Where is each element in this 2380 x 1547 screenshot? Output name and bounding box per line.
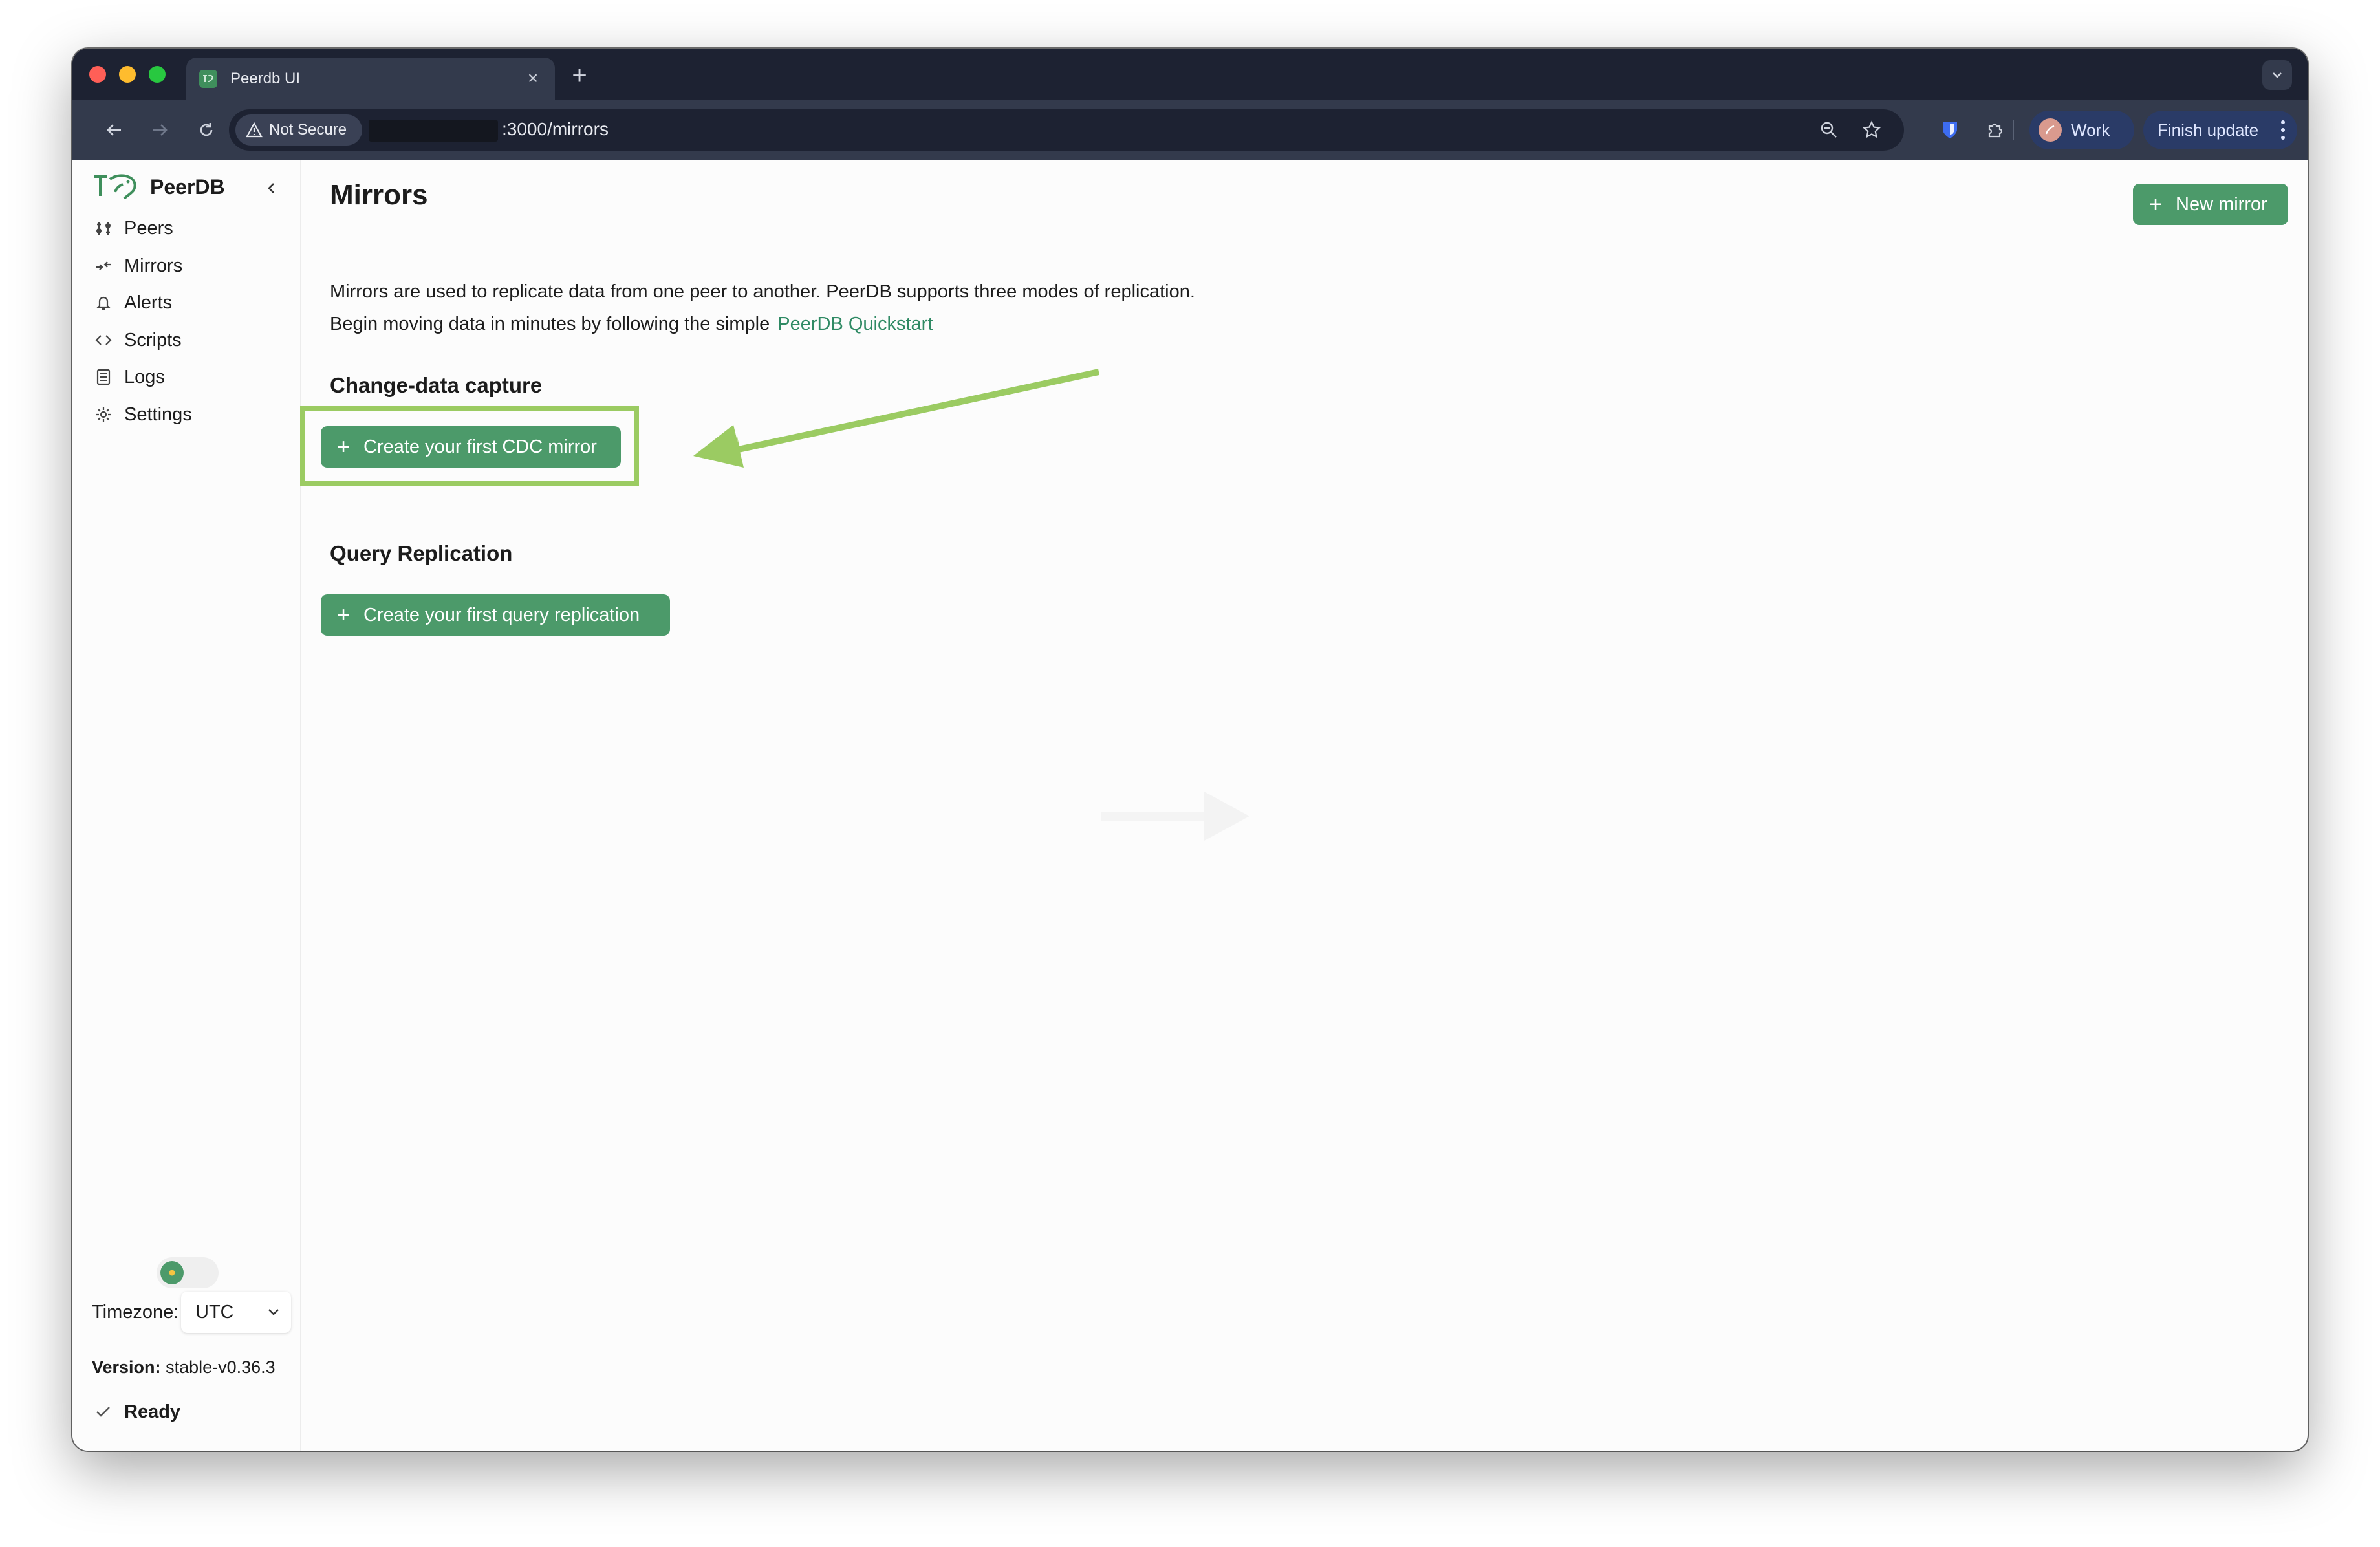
- description-text: Begin moving data in minutes by followin…: [330, 314, 770, 334]
- sun-icon: [160, 1261, 184, 1284]
- sidebar-item-label: Scripts: [124, 329, 182, 351]
- sidebar: PeerDB Peers Mirrors Alerts Scripts Logs…: [72, 160, 301, 1451]
- security-chip[interactable]: Not Secure: [235, 114, 362, 146]
- extensions-puzzle-icon[interactable]: [1980, 115, 2010, 145]
- peers-icon: [92, 217, 115, 240]
- check-icon: [96, 1407, 110, 1417]
- security-label: Not Secure: [269, 121, 347, 138]
- finish-update-button[interactable]: Finish update: [2143, 111, 2297, 149]
- warning-icon: [246, 122, 263, 138]
- cdc-button-label: Create your first CDC mirror: [363, 436, 597, 457]
- version-info: Version: stable-v0.36.3: [92, 1358, 276, 1378]
- brand[interactable]: PeerDB: [92, 173, 225, 201]
- timezone-value: UTC: [195, 1302, 234, 1323]
- back-icon[interactable]: [100, 115, 129, 145]
- browser-toolbar: Not Secure :3000/mirrors Work Finish upd…: [72, 100, 2308, 160]
- code-icon: [92, 329, 115, 352]
- browser-tab[interactable]: Peerdb UI ×: [186, 58, 555, 100]
- mirrors-icon: [92, 254, 115, 277]
- version-label: Version:: [92, 1358, 161, 1377]
- profile-button[interactable]: Work: [2029, 111, 2134, 149]
- status-ready: Ready: [92, 1400, 180, 1423]
- brand-name: PeerDB: [150, 175, 225, 199]
- forward-icon[interactable]: [145, 115, 175, 145]
- maximize-window-button[interactable]: [149, 66, 166, 83]
- cdc-section-title: Change-data capture: [330, 373, 543, 397]
- peerdb-logo-icon: [94, 174, 136, 200]
- description-line-2: Begin moving data in minutes by followin…: [330, 314, 933, 335]
- tab-search-icon[interactable]: [2262, 60, 2292, 90]
- gear-icon: [92, 403, 115, 426]
- plus-icon: +: [337, 602, 350, 627]
- sidebar-item-label: Settings: [124, 404, 192, 425]
- redacted-host: [369, 120, 498, 142]
- sidebar-item-label: Mirrors: [124, 255, 183, 276]
- logs-icon: [92, 365, 115, 389]
- timezone-label: Timezone:: [92, 1302, 179, 1323]
- tab-title: Peerdb UI: [230, 70, 301, 87]
- background-arrow-watermark: [1101, 792, 1250, 841]
- annotation-arrow: [693, 369, 1100, 468]
- url-text: :3000/mirrors: [502, 119, 609, 139]
- toolbar-separator: [2013, 120, 2014, 140]
- update-label: Finish update: [2158, 120, 2259, 140]
- description-line-1: Mirrors are used to replicate data from …: [330, 281, 1195, 302]
- browser-window: Peerdb UI × + Not Secure :3000/mirrors W…: [72, 49, 2308, 1451]
- close-window-button[interactable]: [89, 66, 106, 83]
- peerdb-favicon-icon: [199, 70, 217, 88]
- new-tab-icon[interactable]: +: [564, 60, 595, 91]
- new-mirror-button[interactable]: + New mirror: [2133, 184, 2288, 225]
- plus-icon: +: [337, 434, 350, 459]
- address-bar[interactable]: Not Secure :3000/mirrors: [229, 109, 1904, 151]
- bookmark-star-icon[interactable]: [1857, 116, 1886, 144]
- more-menu-icon: [2281, 120, 2285, 140]
- chevron-down-icon: [268, 1309, 279, 1315]
- sidebar-item-label: Alerts: [124, 292, 173, 313]
- sidebar-item-settings[interactable]: Settings: [92, 400, 286, 429]
- profile-label: Work: [2071, 120, 2110, 140]
- create-query-replication-button[interactable]: + Create your first query replication: [321, 594, 670, 636]
- bell-icon: [92, 291, 115, 314]
- query-section-title: Query Replication: [330, 541, 513, 565]
- status-label: Ready: [124, 1401, 181, 1422]
- plus-icon: +: [2149, 191, 2162, 217]
- new-mirror-label: New mirror: [2176, 193, 2267, 215]
- sidebar-item-label: Peers: [124, 217, 173, 239]
- minimize-window-button[interactable]: [119, 66, 136, 83]
- page-title: Mirrors: [330, 179, 428, 211]
- zoom-icon[interactable]: [1815, 116, 1843, 144]
- timezone-select[interactable]: UTC: [181, 1292, 291, 1333]
- sidebar-item-label: Logs: [124, 366, 165, 387]
- app-page: PeerDB Peers Mirrors Alerts Scripts Logs…: [72, 160, 2308, 1451]
- password-manager-shield-icon[interactable]: [1935, 115, 1965, 145]
- version-value: stable-v0.36.3: [166, 1358, 276, 1377]
- collapse-sidebar-icon[interactable]: [260, 177, 283, 200]
- theme-toggle[interactable]: [157, 1257, 219, 1288]
- sidebar-item-mirrors[interactable]: Mirrors: [92, 251, 286, 281]
- quickstart-link[interactable]: PeerDB Quickstart: [777, 314, 933, 334]
- create-cdc-mirror-button[interactable]: + Create your first CDC mirror: [321, 426, 621, 468]
- sidebar-item-alerts[interactable]: Alerts: [92, 288, 286, 318]
- profile-avatar-icon: [2039, 118, 2062, 142]
- sidebar-item-logs[interactable]: Logs: [92, 362, 286, 392]
- tab-bar: Peerdb UI × +: [72, 49, 2308, 100]
- tab-close-icon[interactable]: ×: [521, 67, 545, 90]
- sidebar-item-peers[interactable]: Peers: [92, 213, 286, 243]
- reload-icon[interactable]: [191, 115, 221, 145]
- query-button-label: Create your first query replication: [363, 604, 640, 625]
- sidebar-item-scripts[interactable]: Scripts: [92, 325, 286, 355]
